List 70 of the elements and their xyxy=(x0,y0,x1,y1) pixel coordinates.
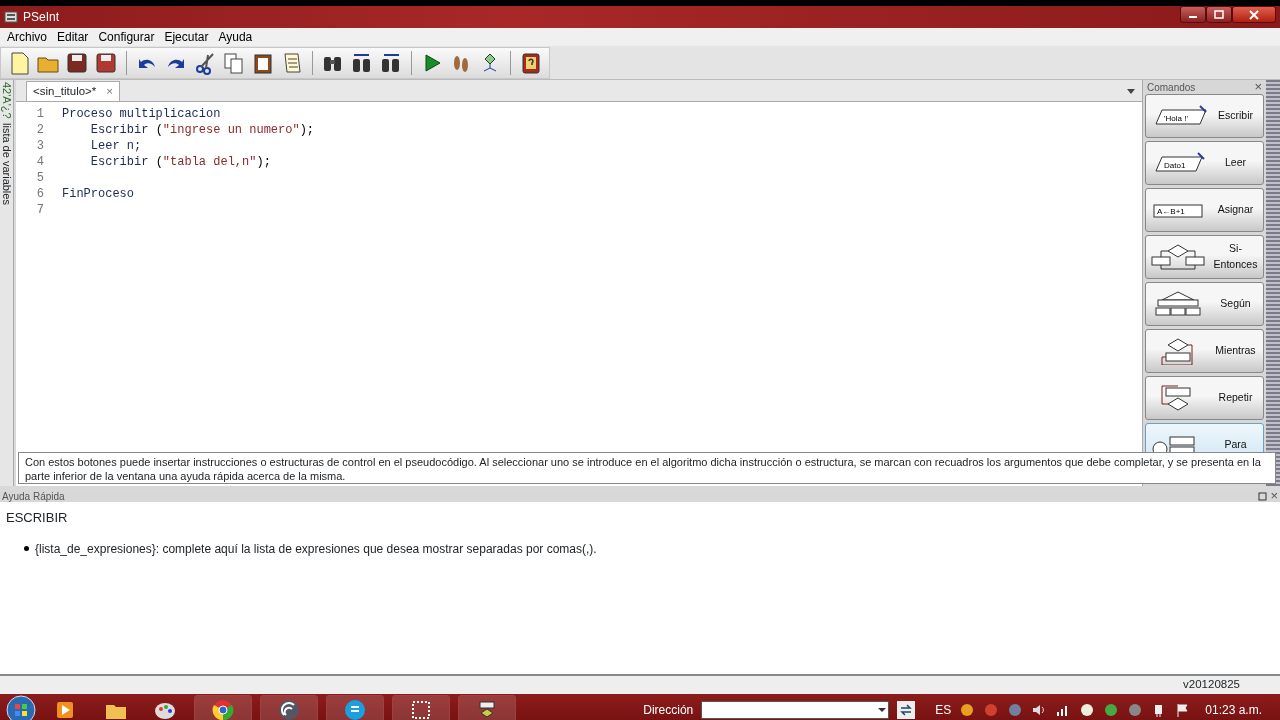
close-icon[interactable]: × xyxy=(106,82,113,101)
clock[interactable]: 01:23 a.m. xyxy=(1205,701,1262,719)
menu-item[interactable]: Ayuda xyxy=(213,28,258,46)
panel-title: Comandos xyxy=(1147,80,1196,95)
variable-symbols: 42'A'¿? xyxy=(0,82,14,119)
close-icon[interactable]: × xyxy=(1254,80,1262,97)
close-button[interactable] xyxy=(1232,6,1276,23)
side-tab[interactable]: lista de variables xyxy=(0,122,15,205)
code-line: Escribir ("tabla del,n"); xyxy=(89,154,271,171)
start-button[interactable] xyxy=(6,695,36,720)
command-button[interactable]: Dato1 Leer xyxy=(1145,141,1264,185)
line-number: 3 xyxy=(35,138,44,155)
command-button[interactable]: 'Hola !' Escribir xyxy=(1145,94,1264,138)
media-player-icon[interactable] xyxy=(54,699,76,720)
panel-title: Ayuda Rápida xyxy=(2,489,65,504)
line-number: 1 xyxy=(35,106,44,123)
command-button[interactable]: Repetir xyxy=(1145,376,1264,420)
go-button[interactable] xyxy=(897,701,916,719)
taskbar-button[interactable] xyxy=(194,695,252,720)
help-heading: ESCRIBIR xyxy=(6,509,69,527)
menu-item[interactable]: Configurar xyxy=(93,28,160,46)
address-field[interactable] xyxy=(701,701,890,719)
code-line: FinProceso xyxy=(62,186,134,203)
code-line: Proceso multiplicacion xyxy=(62,106,221,123)
minimize-button[interactable] xyxy=(1180,6,1206,23)
tray-icon[interactable] xyxy=(1079,702,1096,718)
copy-icon[interactable] xyxy=(222,50,246,75)
chat-icon xyxy=(344,699,366,720)
address-label: Dirección xyxy=(643,702,694,719)
tab-title: <sin_titulo>* xyxy=(33,83,97,99)
line-number: 7 xyxy=(35,202,44,219)
help-icon[interactable] xyxy=(519,50,543,75)
command-button[interactable]: Mientras xyxy=(1145,329,1264,373)
app-icon xyxy=(4,10,18,24)
help-text: {lista_de_expresiones}: complete aquí la lista de expresiones que desea mostrar separadas por comas(,). xyxy=(35,540,597,558)
maximize-icon[interactable] xyxy=(1258,491,1268,501)
maximize-button[interactable] xyxy=(1206,6,1232,23)
tooltip: Con estos botones puede insertar instrucciones o estructuras de control en el pseudocódigo. Al seleccionar uno se introduce en el algoritmo dicha instrucción o estructura, se marcan con recuadros los argumentos que debe completar, y se presenta en la parte inferior de la ventana una ayuda rápida acerca de la misma. xyxy=(18,452,1276,484)
flowchart-icon xyxy=(476,699,498,720)
dropdown-icon xyxy=(878,707,887,713)
line-number: 4 xyxy=(35,154,44,171)
line-number: 2 xyxy=(35,122,44,139)
dropdown-icon[interactable] xyxy=(1126,87,1136,95)
language-indicator[interactable]: ES xyxy=(935,701,952,719)
browser-icon xyxy=(212,699,234,720)
taskbar-button[interactable] xyxy=(260,695,318,720)
dashed-frame-icon xyxy=(410,699,432,720)
window-title: PSeInt xyxy=(23,9,60,26)
close-icon[interactable]: × xyxy=(1270,486,1278,506)
code-line: Leer n; xyxy=(89,138,142,155)
close-icon xyxy=(1249,9,1259,20)
line-number: 5 xyxy=(35,170,44,187)
menu-item[interactable]: Editar xyxy=(52,28,94,46)
command-button[interactable]: A←B+1 Asignar xyxy=(1145,188,1264,232)
flowchart-icon xyxy=(1150,243,1208,271)
command-button[interactable]: Según xyxy=(1145,282,1264,326)
bullet-icon xyxy=(24,546,29,551)
editor-tab[interactable]: <sin_titulo>* × xyxy=(26,81,120,101)
taskbar-button[interactable] xyxy=(458,695,516,720)
menu-item[interactable]: Ejecutar xyxy=(159,28,214,46)
line-number: 6 xyxy=(35,186,44,203)
command-button[interactable]: Si-Entonces xyxy=(1145,235,1264,279)
version-label: v20120825 xyxy=(1183,677,1240,693)
maximize-icon xyxy=(1214,10,1224,19)
menu-item[interactable]: Archivo xyxy=(2,28,52,46)
tray-icon[interactable] xyxy=(959,702,976,718)
signal-waves-icon xyxy=(278,699,300,720)
taskbar-button[interactable] xyxy=(392,695,450,720)
code-line: Escribir ("ingrese un numero"); xyxy=(89,122,315,139)
taskbar-button[interactable] xyxy=(326,695,384,720)
